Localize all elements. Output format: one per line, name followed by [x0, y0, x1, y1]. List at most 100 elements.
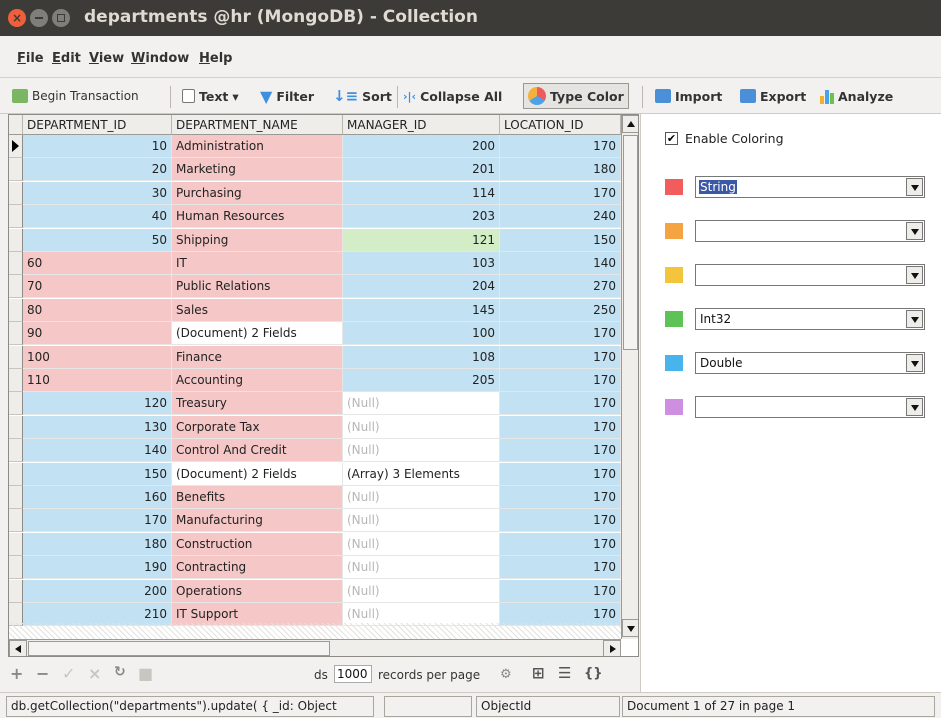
row-header[interactable]	[9, 158, 23, 181]
cell-department-name[interactable]: Benefits	[172, 486, 343, 509]
cell-manager-id[interactable]: 121	[343, 229, 500, 252]
cell-department-id[interactable]: 100	[23, 346, 172, 369]
row-header[interactable]	[9, 416, 23, 439]
column-header-department-name[interactable]: DEPARTMENT_NAME	[172, 115, 343, 135]
cell-manager-id[interactable]: 114	[343, 182, 500, 205]
cell-location-id[interactable]: 180	[500, 158, 621, 181]
cell-department-id[interactable]: 40	[23, 205, 172, 228]
cell-department-name[interactable]: Treasury	[172, 392, 343, 415]
row-header[interactable]	[9, 346, 23, 369]
cell-location-id[interactable]: 170	[500, 392, 621, 415]
discard-changes-button[interactable]: ×	[88, 664, 101, 683]
column-header-department-id[interactable]: DEPARTMENT_ID	[23, 115, 172, 135]
cell-manager-id[interactable]: 201	[343, 158, 500, 181]
form-view-icon[interactable]: ☰	[558, 664, 571, 682]
chevron-down-icon[interactable]	[906, 398, 923, 416]
cell-location-id[interactable]: 170	[500, 486, 621, 509]
row-header[interactable]	[9, 299, 23, 322]
cell-manager-id[interactable]: (Null)	[343, 416, 500, 439]
chevron-down-icon[interactable]	[906, 354, 923, 372]
cell-manager-id[interactable]: 204	[343, 275, 500, 298]
row-header[interactable]	[9, 392, 23, 415]
row-header[interactable]	[9, 205, 23, 228]
row-header[interactable]	[9, 533, 23, 556]
cell-department-id[interactable]: 120	[23, 392, 172, 415]
row-header[interactable]	[9, 463, 23, 486]
cell-location-id[interactable]: 170	[500, 346, 621, 369]
color-swatch[interactable]	[665, 179, 683, 195]
cell-department-id[interactable]: 190	[23, 556, 172, 579]
cell-department-id[interactable]: 140	[23, 439, 172, 462]
scroll-right-button[interactable]	[603, 640, 621, 656]
cell-department-id[interactable]: 150	[23, 463, 172, 486]
cell-department-name[interactable]: IT	[172, 252, 343, 275]
cell-department-name[interactable]: Administration	[172, 135, 343, 158]
column-header-manager-id[interactable]: MANAGER_ID	[343, 115, 500, 135]
cell-department-name[interactable]: Shipping	[172, 229, 343, 252]
type-select[interactable]	[695, 396, 925, 418]
menu-edit[interactable]: Edit	[52, 51, 81, 66]
vertical-scrollbar[interactable]	[621, 115, 638, 639]
cell-location-id[interactable]: 170	[500, 556, 621, 579]
type-color-button[interactable]: Type Color	[523, 83, 629, 109]
type-select[interactable]	[695, 220, 925, 242]
analyze-button[interactable]: Analyze	[820, 85, 893, 107]
cell-location-id[interactable]: 170	[500, 439, 621, 462]
filter-button[interactable]: ▼ Filter	[260, 85, 314, 107]
cell-location-id[interactable]: 170	[500, 369, 621, 392]
cell-location-id[interactable]: 270	[500, 275, 621, 298]
cell-department-id[interactable]: 160	[23, 486, 172, 509]
cell-manager-id[interactable]: 203	[343, 205, 500, 228]
data-grid[interactable]: DEPARTMENT_ID DEPARTMENT_NAME MANAGER_ID…	[8, 114, 639, 657]
cell-manager-id[interactable]: (Null)	[343, 439, 500, 462]
cell-location-id[interactable]: 240	[500, 205, 621, 228]
cell-department-name[interactable]: Public Relations	[172, 275, 343, 298]
cell-manager-id[interactable]: (Array) 3 Elements	[343, 463, 500, 486]
cell-location-id[interactable]: 170	[500, 135, 621, 158]
import-button[interactable]: Import	[655, 85, 722, 107]
chevron-down-icon[interactable]	[906, 266, 923, 284]
color-swatch[interactable]	[665, 311, 683, 327]
records-per-page-input[interactable]: 1000	[334, 665, 372, 683]
column-header-location-id[interactable]: LOCATION_ID	[500, 115, 621, 135]
cell-department-id[interactable]: 110	[23, 369, 172, 392]
menu-file[interactable]: File	[17, 51, 44, 66]
chevron-down-icon[interactable]	[906, 222, 923, 240]
close-window-button[interactable]: ×	[8, 9, 26, 27]
cell-department-name[interactable]: (Document) 2 Fields	[172, 322, 343, 345]
cell-department-name[interactable]: Sales	[172, 299, 343, 322]
cell-department-name[interactable]: Construction	[172, 533, 343, 556]
delete-record-button[interactable]: −	[36, 664, 49, 683]
cell-department-id[interactable]: 200	[23, 580, 172, 603]
cell-location-id[interactable]: 170	[500, 322, 621, 345]
row-header[interactable]	[9, 275, 23, 298]
cell-location-id[interactable]: 170	[500, 509, 621, 532]
cell-department-id[interactable]: 180	[23, 533, 172, 556]
cell-department-id[interactable]: 170	[23, 509, 172, 532]
cell-location-id[interactable]: 250	[500, 299, 621, 322]
refresh-button[interactable]: ↻	[114, 664, 126, 680]
cell-department-name[interactable]: (Document) 2 Fields	[172, 463, 343, 486]
scroll-up-button[interactable]	[622, 115, 638, 133]
gear-icon[interactable]: ⚙	[500, 667, 512, 682]
type-select[interactable]: Double	[695, 352, 925, 374]
row-header[interactable]	[9, 509, 23, 532]
horizontal-scroll-thumb[interactable]	[28, 641, 330, 656]
chevron-down-icon[interactable]	[906, 310, 923, 328]
cell-department-id[interactable]: 50	[23, 229, 172, 252]
cell-department-name[interactable]: Purchasing	[172, 182, 343, 205]
sort-button[interactable]: ↓≡ Sort	[333, 85, 392, 107]
scroll-down-button[interactable]	[622, 619, 638, 637]
minimize-window-button[interactable]	[30, 9, 48, 27]
cell-manager-id[interactable]: (Null)	[343, 556, 500, 579]
cell-manager-id[interactable]: 205	[343, 369, 500, 392]
cell-department-name[interactable]: Operations	[172, 580, 343, 603]
cell-department-name[interactable]: Control And Credit	[172, 439, 343, 462]
type-select[interactable]: String	[695, 176, 925, 198]
cell-department-id[interactable]: 20	[23, 158, 172, 181]
cell-manager-id[interactable]: 103	[343, 252, 500, 275]
horizontal-scrollbar[interactable]	[9, 639, 621, 656]
cell-location-id[interactable]: 170	[500, 463, 621, 486]
cell-department-id[interactable]: 90	[23, 322, 172, 345]
cell-manager-id[interactable]: 200	[343, 135, 500, 158]
